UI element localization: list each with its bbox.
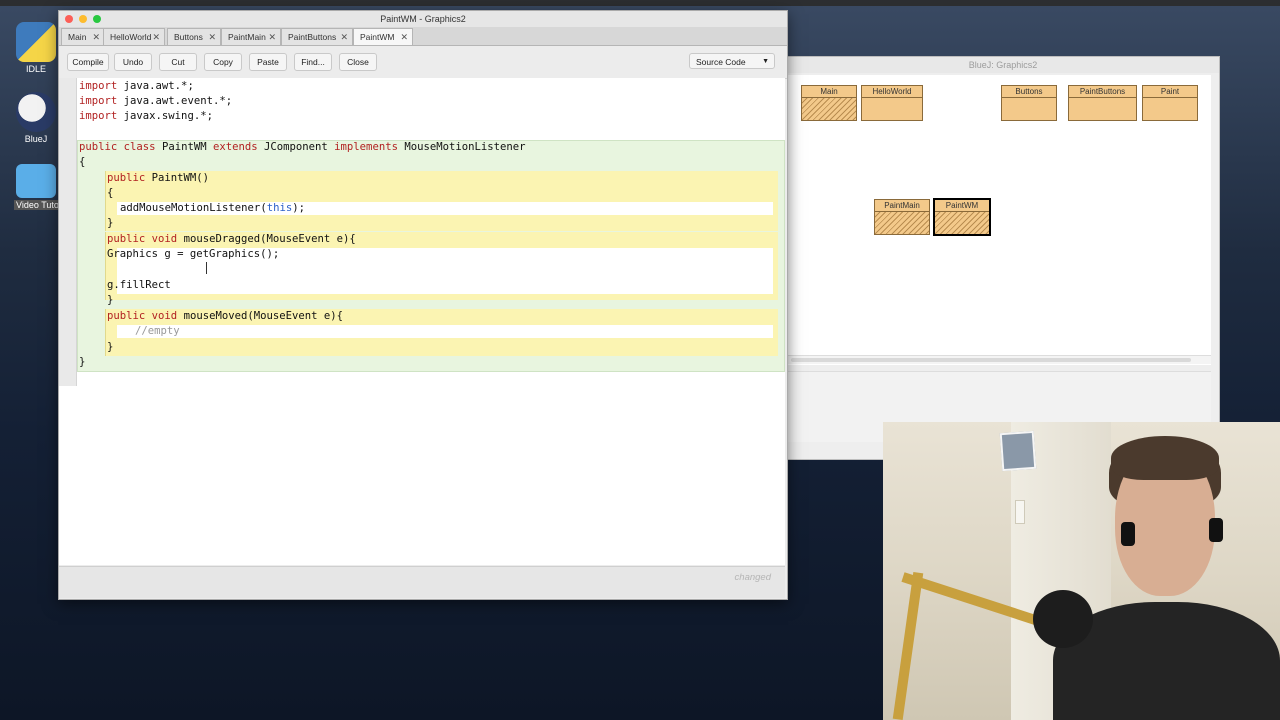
- copy-button[interactable]: Copy: [204, 53, 242, 71]
- bluej-bird-icon: [16, 92, 56, 132]
- close-tab-icon[interactable]: ✕: [400, 29, 408, 45]
- class-box-paintwm[interactable]: PaintWM: [933, 198, 991, 236]
- undo-button[interactable]: Undo: [114, 53, 152, 71]
- class-name: Buttons: [1002, 86, 1056, 98]
- class-box-buttons[interactable]: Buttons: [1001, 85, 1057, 121]
- tab-paintmain[interactable]: PaintMain ✕: [221, 28, 281, 45]
- view-select[interactable]: Source Code ▼: [689, 53, 775, 69]
- class-name: HelloWorld: [862, 86, 922, 98]
- close-tab-icon[interactable]: ✕: [152, 29, 160, 45]
- desktop-icon-idle[interactable]: IDLE: [14, 22, 58, 74]
- code-line: import java.awt.*;: [79, 80, 194, 92]
- code-line: }: [79, 356, 86, 368]
- view-select-value: Source Code: [696, 57, 746, 67]
- microphone: [1033, 590, 1093, 648]
- class-name: Main: [802, 86, 856, 98]
- webcam-overlay: [883, 422, 1280, 720]
- zoom-window-icon[interactable]: [93, 15, 101, 23]
- desktop-icon-label: BlueJ: [24, 134, 48, 144]
- find-button[interactable]: Find...: [294, 53, 332, 71]
- code-line: import java.awt.event.*;: [79, 95, 233, 107]
- code-line: public PaintWM(): [107, 172, 210, 184]
- horizontal-scrollbar[interactable]: [787, 355, 1211, 364]
- desktop-icon-label: Video Tutori: [14, 200, 64, 210]
- code-line: }: [107, 294, 114, 306]
- headphone-right: [1209, 518, 1223, 542]
- desktop-icon-video-tutorials[interactable]: Video Tutori: [14, 160, 64, 210]
- minimize-window-icon[interactable]: [79, 15, 87, 23]
- light-switch: [1015, 500, 1025, 524]
- mic-arm-stand: [892, 572, 924, 720]
- presenter-hair-top: [1111, 436, 1219, 480]
- code-line: public class PaintWM extends JComponent …: [79, 141, 526, 153]
- class-name: PaintWM: [935, 200, 989, 212]
- code-line: addMouseMotionListener(this);: [120, 202, 305, 214]
- editor-titlebar: PaintWM - Graphics2: [59, 11, 787, 27]
- class-box-paintmain[interactable]: PaintMain: [874, 199, 930, 235]
- compile-button[interactable]: Compile: [67, 53, 109, 71]
- code-line: {: [79, 156, 86, 168]
- paste-button[interactable]: Paste: [249, 53, 287, 71]
- scrollbar-thumb[interactable]: [791, 358, 1191, 362]
- tab-label: HelloWorld: [110, 32, 152, 42]
- class-diagram[interactable]: Main HelloWorld Buttons PaintButtons Pai…: [787, 75, 1211, 365]
- tab-label: Buttons: [174, 32, 203, 42]
- class-box-paint[interactable]: Paint: [1142, 85, 1198, 121]
- tab-helloworld[interactable]: HelloWorld ✕: [103, 28, 165, 45]
- close-window-icon[interactable]: [65, 15, 73, 23]
- class-name: PaintButtons: [1069, 86, 1136, 98]
- cut-button[interactable]: Cut: [159, 53, 197, 71]
- tab-label: PaintButtons: [288, 32, 337, 42]
- class-box-helloworld[interactable]: HelloWorld: [861, 85, 923, 121]
- desktop-icon-label: IDLE: [25, 64, 46, 74]
- tab-paintbuttons[interactable]: PaintButtons ✕: [281, 28, 353, 45]
- code-line: }: [107, 217, 114, 229]
- window-title: BlueJ: Graphics2: [787, 57, 1219, 73]
- tab-buttons[interactable]: Buttons ✕: [167, 28, 221, 45]
- code-line: Graphics g = getGraphics();: [107, 248, 280, 260]
- class-box-main[interactable]: Main: [801, 85, 857, 121]
- window-title: PaintWM - Graphics2: [380, 14, 466, 24]
- code-line: public void mouseMoved(MouseEvent e){: [107, 310, 344, 322]
- close-tab-icon[interactable]: ✕: [208, 29, 216, 45]
- close-button[interactable]: Close: [339, 53, 377, 71]
- tab-label: PaintMain: [228, 32, 266, 42]
- chevron-down-icon: ▼: [762, 58, 769, 65]
- desktop-icon-bluej[interactable]: BlueJ: [14, 92, 58, 144]
- status-bar: changed: [59, 566, 785, 598]
- class-name: PaintMain: [875, 200, 929, 212]
- headphone-left: [1121, 522, 1135, 546]
- code-line: public void mouseDragged(MouseEvent e){: [107, 233, 356, 245]
- tab-paintwm[interactable]: PaintWM ✕: [353, 28, 413, 45]
- menu-bar: [0, 0, 1280, 6]
- python-icon: [16, 22, 56, 62]
- tab-label: Main: [68, 32, 87, 42]
- code-line: g.fillRect: [107, 279, 171, 291]
- tab-main[interactable]: Main ✕: [61, 28, 105, 45]
- editor-tab-bar: Main ✕ HelloWorld ✕ Buttons ✕ PaintMain ✕ Pa…: [59, 27, 787, 46]
- code-editor[interactable]: import java.awt.*; import java.awt.event…: [59, 78, 785, 565]
- editor-window: PaintWM - Graphics2 Main ✕ HelloWorld ✕ Bu…: [58, 10, 788, 600]
- code-line: import javax.swing.*;: [79, 110, 213, 122]
- code-comment: //empty: [135, 325, 180, 337]
- class-name: Paint: [1143, 86, 1197, 98]
- close-tab-icon[interactable]: ✕: [268, 29, 276, 45]
- wall-photo: [999, 430, 1037, 472]
- code-line: }: [107, 341, 114, 353]
- tab-label: PaintWM: [360, 32, 395, 42]
- bluej-project-window: BlueJ: Graphics2 Main HelloWorld Buttons…: [786, 56, 1220, 460]
- status-text: changed: [734, 572, 771, 583]
- code-line: {: [107, 187, 114, 199]
- editor-toolbar: Compile Undo Cut Copy Paste Find... Clos…: [59, 46, 787, 79]
- folder-icon: [16, 164, 56, 198]
- line-gutter: [59, 78, 77, 386]
- text-cursor: [206, 262, 207, 274]
- close-tab-icon[interactable]: ✕: [92, 29, 100, 45]
- method-body-block: [117, 325, 773, 338]
- close-tab-icon[interactable]: ✕: [340, 29, 348, 45]
- class-box-paintbuttons[interactable]: PaintButtons: [1068, 85, 1137, 121]
